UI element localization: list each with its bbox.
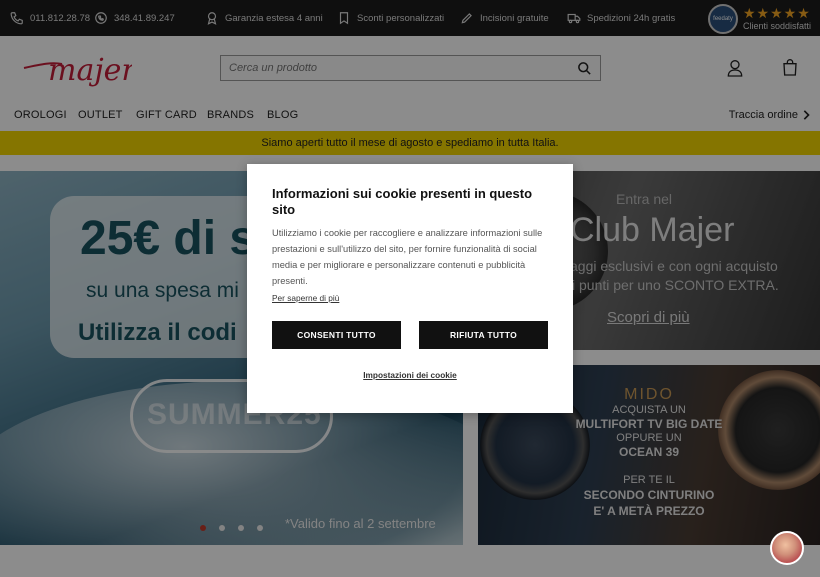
reject-all-button[interactable]: RIFIUTA TUTTO xyxy=(419,321,548,349)
chat-avatar[interactable] xyxy=(770,531,804,565)
cookie-consent-dialog: Informazioni sui cookie presenti in ques… xyxy=(247,164,573,413)
cookie-dialog-body: Utilizziamo i cookie per raccogliere e a… xyxy=(272,228,543,286)
cookie-dialog-title: Informazioni sui cookie presenti in ques… xyxy=(272,186,533,217)
cookie-settings-link[interactable]: Impostazioni dei cookie xyxy=(247,370,573,380)
accept-all-button[interactable]: CONSENTI TUTTO xyxy=(272,321,401,349)
learn-more-link[interactable]: Per saperne di più xyxy=(272,293,339,303)
